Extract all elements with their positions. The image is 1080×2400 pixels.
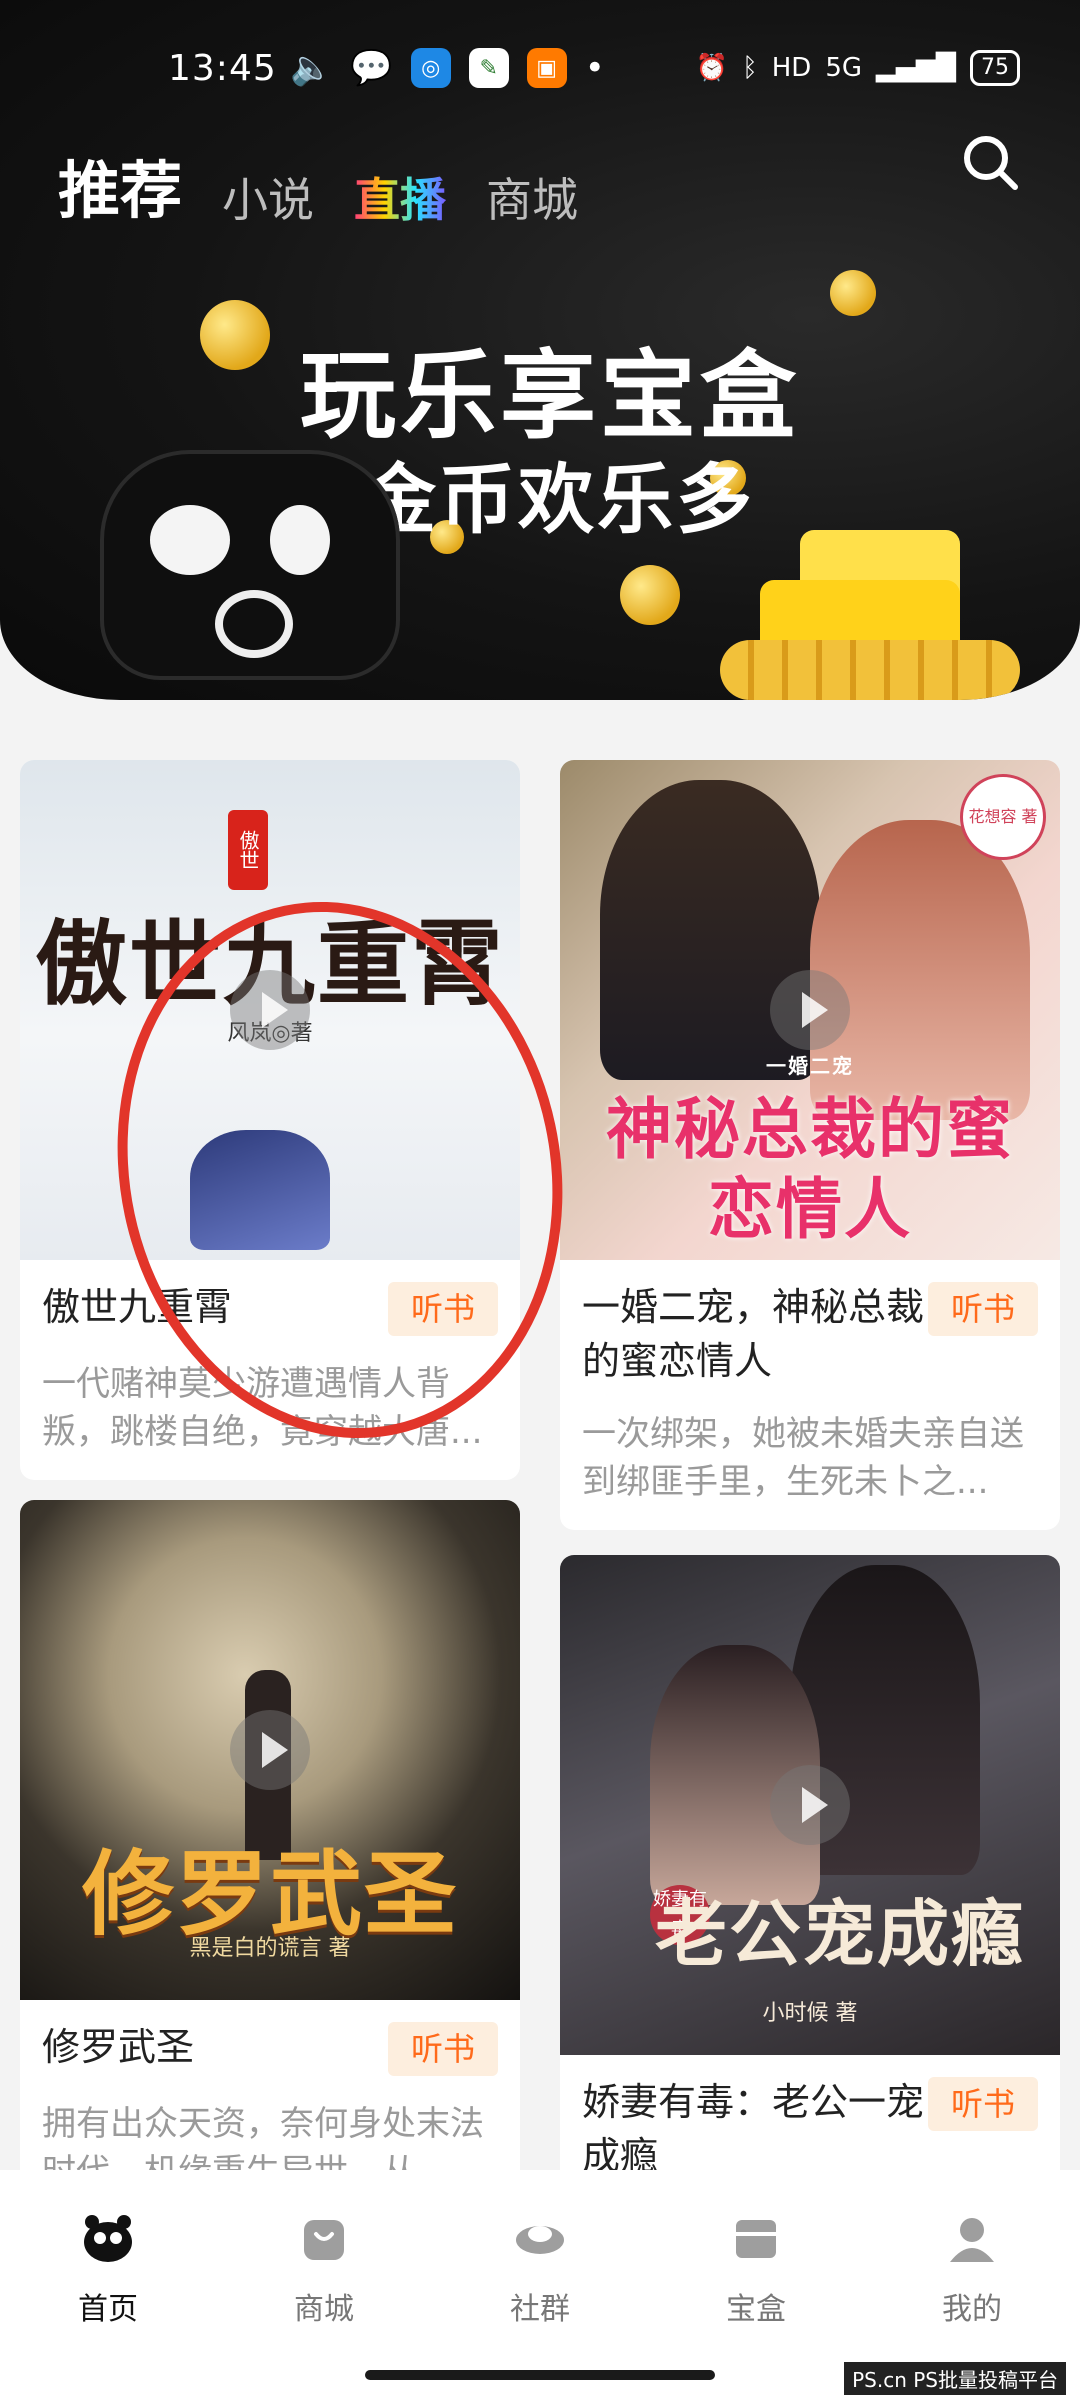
coin-icon [620,565,680,625]
banner-subtitle: 金币欢乐多 [360,455,755,544]
battery-icon: 75 [970,50,1020,86]
book-card[interactable]: 娇妻有毒 老公宠成瘾 小时候 著 娇妻有毒：老公一宠成瘾 听书 [560,1555,1060,2195]
home-mascot-icon [84,2215,132,2262]
watermark: PS.cn PS批量投稿平台 [844,2362,1066,2395]
nav-community[interactable]: 社群 [460,2210,620,2328]
play-icon[interactable] [770,1765,850,1845]
app-icon-orange: ▣ [526,48,567,88]
notification-icons: 🔈 💬 ◎ ✎ ▣ • [290,48,605,88]
header-banner: 13:45 🔈 💬 ◎ ✎ ▣ • ⏰ ᛒ HD 5G ▂▄▆█ 75 推荐 小… [0,0,1080,700]
book-card[interactable]: 傲世 傲世九重霄 风岚◎著 傲世九重霄 听书 一代赌神莫少游遭遇情人背叛，跳楼自… [20,760,520,1480]
nav-label: 社群 [510,2292,570,2327]
profile-icon [950,2218,994,2262]
coin-icon [830,270,876,316]
book-title: 娇妻有毒：老公一宠成瘾 [582,2080,925,2178]
cover-title: 老公宠成瘾 [654,1892,1025,1976]
bluetooth-icon: ᛒ [742,53,758,83]
app-icon-blue: ◎ [410,48,451,88]
search-icon[interactable] [960,132,1020,192]
app-icon-leaf: ✎ [468,48,509,88]
community-icon [516,2226,564,2254]
cover-tag: 傲世 [228,810,268,890]
signal-icon: ▂▄▆█ [876,53,956,83]
nav-label: 商城 [294,2292,354,2327]
cover-author: 花想容 著 [960,774,1046,860]
listen-badge[interactable]: 听书 [388,1282,498,1336]
play-icon[interactable] [230,970,310,1050]
tab-live[interactable]: 直播 [354,164,446,230]
book-description: 一次绑架，她被未婚夫亲自送到绑匪手里，生死未卜之... [582,1414,1024,1502]
nav-label: 宝盒 [726,2292,786,2327]
listen-badge[interactable]: 听书 [928,2077,1038,2131]
mascot-illustration [100,450,400,680]
nav-home[interactable]: 首页 [28,2210,188,2328]
listen-badge[interactable]: 听书 [928,1282,1038,1336]
book-cover[interactable]: 娇妻有毒 老公宠成瘾 小时候 著 [560,1555,1060,2055]
book-cover[interactable]: 修罗武圣 黑是白的谎言 著 [20,1500,520,2000]
status-right: ⏰ ᛒ HD 5G ▂▄▆█ 75 [696,50,1020,86]
book-title: 傲世九重霄 [42,1285,233,1329]
cover-tag: 一婚二宠 [766,1054,854,1078]
tab-novel[interactable]: 小说 [222,164,314,230]
coin-pile [720,640,1020,700]
mascot-nose-ring [215,590,293,658]
cover-author: 小时候 著 [762,2001,858,2026]
shopping-bag-icon [304,2220,344,2260]
volume-icon: 🔈 [290,48,333,88]
book-title: 修罗武圣 [42,2025,195,2069]
cover-figure [190,1130,330,1250]
cover-author: 黑是白的谎言 著 [189,1936,351,1961]
box-icon [736,2220,776,2258]
nav-treasure-box[interactable]: 宝盒 [676,2210,836,2328]
mascot-eye [150,505,230,575]
tab-mall[interactable]: 商城 [486,164,578,230]
more-notifications-icon: • [584,48,605,88]
play-icon[interactable] [230,1710,310,1790]
book-card[interactable]: 修罗武圣 黑是白的谎言 著 修罗武圣 听书 拥有出众天资，奈何身处末法时代，机缘… [20,1500,520,2200]
listen-badge[interactable]: 听书 [388,2022,498,2076]
nav-label: 我的 [942,2292,1002,2327]
banner-title: 玩乐享宝盒 [300,340,800,452]
book-title: 一婚二宠，神秘总裁的蜜恋情人 [582,1285,925,1383]
book-description: 一代赌神莫少游遭遇情人背叛，跳楼自绝，竟穿越大唐... [42,1364,483,1452]
home-indicator[interactable] [365,2370,715,2380]
top-tabs: 推荐 小说 直播 商城 [58,140,578,230]
wechat-icon: 💬 [350,48,393,88]
play-icon[interactable] [770,970,850,1050]
tab-recommend[interactable]: 推荐 [58,140,182,230]
nav-mall[interactable]: 商城 [244,2210,404,2328]
mascot-eye [270,505,330,575]
status-bar: 13:45 🔈 💬 ◎ ✎ ▣ • ⏰ ᛒ HD 5G ▂▄▆█ 75 [0,40,1080,100]
coin-icon [200,300,270,370]
network-label: 5G [825,53,863,83]
cover-title: 神秘总裁的蜜恋情人 [606,1091,1014,1248]
status-time: 13:45 [168,48,277,89]
nav-label: 首页 [78,2292,138,2327]
alarm-icon: ⏰ [695,53,729,83]
hd-badge: HD [771,53,812,83]
book-cover[interactable]: 花想容 著 一婚二宠 神秘总裁的蜜恋情人 [560,760,1060,1260]
book-card[interactable]: 花想容 著 一婚二宠 神秘总裁的蜜恋情人 一婚二宠，神秘总裁的蜜恋情人 听书 一… [560,760,1060,1530]
nav-profile[interactable]: 我的 [892,2210,1052,2328]
book-cover[interactable]: 傲世 傲世九重霄 风岚◎著 [20,760,520,1260]
